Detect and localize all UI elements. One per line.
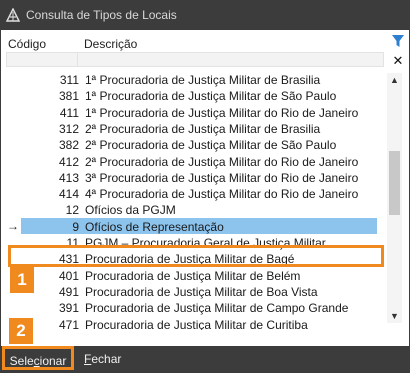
table-row-selected[interactable]: → 9 Ofícios de Representação — [1, 217, 387, 235]
cell-code: 381 — [58, 89, 79, 104]
clear-filter-icon[interactable]: ✕ — [392, 54, 404, 67]
scroll-thumb[interactable] — [389, 151, 400, 215]
cell-code: 12 — [65, 203, 79, 218]
cell-description: Procuradoria de Justiça Militar de Boa V… — [85, 284, 318, 299]
cell-description: 1ª Procuradoria de Justiça Militar do Ri… — [85, 105, 359, 120]
table-row[interactable]: 411 1ª Procuradoria de Justiça Militar do… — [1, 103, 387, 121]
cell-code: 412 — [58, 154, 79, 169]
cell-code: 9 — [72, 219, 79, 234]
close-button[interactable]: Fechar — [80, 349, 125, 369]
cell-code: 414 — [58, 187, 79, 202]
cell-description: Procuradoria de Justiça Militar de Curit… — [85, 317, 308, 331]
cell-description: Ofícios da PGJM — [85, 203, 176, 218]
table-row[interactable]: 401 Procuradoria de Justiça Militar de Be… — [1, 266, 387, 284]
annotation-badge-2: 2 — [9, 318, 33, 344]
table-row[interactable]: 491 Procuradoria de Justiça Militar de Bo… — [1, 282, 387, 300]
cell-description: Ofícios de Representação — [85, 219, 224, 234]
cell-code: 413 — [58, 170, 79, 185]
table-row[interactable]: 312 2ª Procuradoria de Justiça Militar de… — [1, 119, 387, 137]
select-label-pre: Sele — [9, 354, 34, 368]
cell-description: 1ª Procuradoria de Justiça Militar de Sã… — [85, 89, 337, 104]
footer-bar: Selecionar Fechar — [0, 346, 410, 372]
window-title: Consulta de Tipos de Locais — [26, 8, 177, 22]
table-row[interactable]: 413 3ª Procuradoria de Justiça Militar do… — [1, 168, 387, 186]
annotation-badge-1: 1 — [10, 267, 34, 293]
table-row[interactable]: 311 1ª Procuradoria de Justiça Militar de… — [1, 70, 387, 88]
table-row[interactable]: 381 1ª Procuradoria de Justiça Militar de… — [1, 86, 387, 104]
cell-description: Procuradoria de Justiça Militar de Belém — [85, 268, 301, 283]
annotation-highlight-row — [8, 245, 384, 267]
close-label-post: echar — [91, 352, 122, 366]
cell-description: 4ª Procuradoria de Justiça Militar do Ri… — [85, 187, 359, 202]
cell-code: 391 — [58, 301, 79, 316]
title-bar: Consulta de Tipos de Locais — [0, 0, 410, 30]
cell-description: 2ª Procuradoria de Justiça Militar do Ri… — [85, 154, 359, 169]
filter-row[interactable] — [6, 52, 384, 67]
table-row[interactable]: 12 Ofícios da PGJM — [1, 200, 387, 218]
table-row[interactable]: 414 4ª Procuradoria de Justiça Militar do… — [1, 184, 387, 202]
table-row[interactable]: 382 2ª Procuradoria de Justiça Militar de… — [1, 135, 387, 153]
table-row[interactable]: 471 Procuradoria de Justiça Militar de Cu… — [1, 315, 387, 331]
column-header-code[interactable]: Código — [8, 37, 46, 51]
column-header-description[interactable]: Descrição — [84, 37, 137, 51]
app-logo-icon — [6, 8, 20, 22]
table-row[interactable]: 391 Procuradoria de Justiça Militar de Ca… — [1, 298, 387, 316]
cell-description: 2ª Procuradoria de Justiça Militar de Br… — [85, 121, 321, 136]
results-grid: 311 1ª Procuradoria de Justiça Militar de… — [1, 70, 387, 330]
vertical-scrollbar[interactable]: ▲ ▼ — [387, 73, 402, 323]
cell-code: 312 — [58, 121, 79, 136]
cell-code: 382 — [58, 138, 79, 153]
cell-description: 3ª Procuradoria de Justiça Militar do Ri… — [85, 170, 359, 185]
cell-description: 1ª Procuradoria de Justiça Militar de Br… — [85, 73, 321, 87]
scroll-down-icon[interactable]: ▼ — [387, 309, 402, 323]
cell-code: 411 — [59, 105, 79, 120]
select-label-post: ionar — [39, 354, 67, 368]
cell-code: 311 — [59, 73, 79, 87]
code-filter-input[interactable] — [7, 53, 78, 66]
cell-description: 2ª Procuradoria de Justiça Militar de Sã… — [85, 138, 337, 153]
filter-icon[interactable] — [392, 34, 404, 48]
select-button[interactable]: Selecionar — [2, 346, 74, 370]
lookup-dialog: Código Descrição ✕ 311 1ª Procuradoria de… — [1, 30, 409, 346]
scroll-up-icon[interactable]: ▲ — [387, 73, 402, 87]
grid-header: Código Descrição — [1, 30, 409, 52]
table-row[interactable]: 412 2ª Procuradoria de Justiça Militar do… — [1, 152, 387, 170]
cell-description: Procuradoria de Justiça Militar de Campo… — [85, 301, 349, 316]
